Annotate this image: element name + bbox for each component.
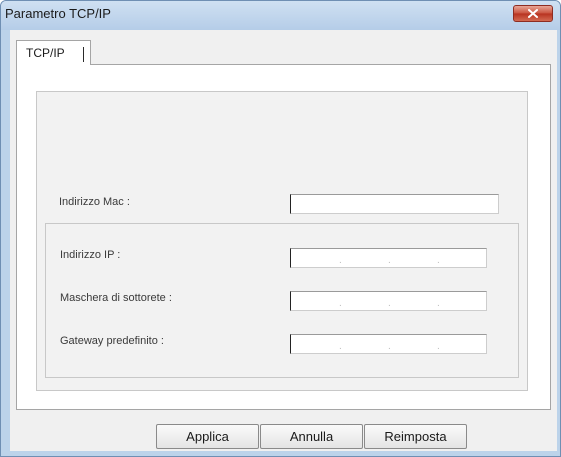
mac-address-field[interactable] bbox=[290, 194, 499, 214]
gateway-field[interactable]: . . . bbox=[290, 334, 487, 354]
ip-address-label: Indirizzo IP : bbox=[60, 249, 121, 261]
cancel-button[interactable]: Annulla bbox=[260, 424, 363, 449]
dialog-client-area: TCP/IP Indirizzo Mac : Indirizzo IP : . … bbox=[10, 30, 557, 451]
ip-settings-group: Indirizzo IP : . . . Maschera di sottore… bbox=[45, 223, 519, 378]
subnet-mask-label: Maschera di sottorete : bbox=[60, 292, 172, 304]
mac-address-label: Indirizzo Mac : bbox=[59, 196, 130, 208]
ip-octet-separator: . bbox=[339, 255, 342, 266]
subnet-mask-field[interactable]: . . . bbox=[290, 291, 487, 311]
ip-octet-separator: . bbox=[339, 341, 342, 352]
ip-octet-separator: . bbox=[339, 298, 342, 309]
ip-address-field[interactable]: . . . bbox=[290, 248, 487, 268]
ip-octet-separator: . bbox=[437, 298, 440, 309]
ip-octet-separator: . bbox=[388, 341, 391, 352]
ip-octet-separator: . bbox=[437, 341, 440, 352]
tab-panel: Indirizzo Mac : Indirizzo IP : . . . Mas… bbox=[16, 64, 551, 410]
ip-octet-separator: . bbox=[388, 298, 391, 309]
reset-button[interactable]: Reimposta bbox=[364, 424, 467, 449]
tab-tcp-ip[interactable]: TCP/IP bbox=[16, 40, 91, 65]
tab-label: TCP/IP bbox=[26, 46, 65, 60]
settings-frame: Indirizzo Mac : Indirizzo IP : . . . Mas… bbox=[36, 91, 528, 391]
title-bar[interactable]: Parametro TCP/IP bbox=[1, 1, 560, 30]
apply-button[interactable]: Applica bbox=[156, 424, 259, 449]
close-button[interactable] bbox=[513, 5, 553, 22]
ip-octet-separator: . bbox=[437, 255, 440, 266]
close-x-icon bbox=[528, 9, 538, 18]
tab-focus-caret bbox=[83, 47, 84, 62]
dialog-window: Parametro TCP/IP TCP/IP Indirizzo Mac : … bbox=[0, 0, 561, 457]
gateway-label: Gateway predefinito : bbox=[60, 335, 164, 347]
window-title: Parametro TCP/IP bbox=[5, 6, 111, 21]
ip-octet-separator: . bbox=[388, 255, 391, 266]
